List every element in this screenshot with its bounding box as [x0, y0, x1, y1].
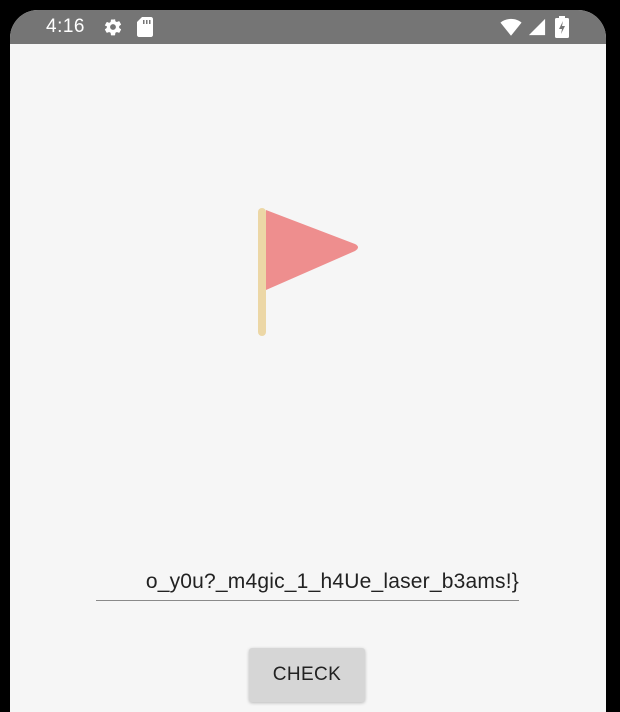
- status-bar: 4:16: [10, 10, 606, 44]
- wifi-icon: [500, 18, 522, 36]
- gear-icon: [104, 19, 122, 36]
- flag-pole: [258, 208, 266, 336]
- sd-card-icon: [137, 17, 153, 37]
- flag-input-value: o_y0u?_m4gic_1_h4Ue_laser_b3ams!}: [145, 570, 519, 593]
- battery-charging-icon: [555, 16, 569, 38]
- check-button[interactable]: CHECK: [249, 648, 365, 702]
- check-button-label: CHECK: [272, 664, 342, 685]
- flag-input[interactable]: o_y0u?_m4gic_1_h4Ue_laser_b3ams!}: [96, 566, 519, 601]
- app-screen: 4:16 o_y0u?_m4gic_1_h4Ue_laser_b3ams!} C…: [10, 10, 606, 712]
- signal-icon: [528, 18, 546, 36]
- flag-banner: [266, 210, 358, 290]
- status-time: 4:16: [46, 16, 85, 37]
- flag-icon: [258, 208, 358, 336]
